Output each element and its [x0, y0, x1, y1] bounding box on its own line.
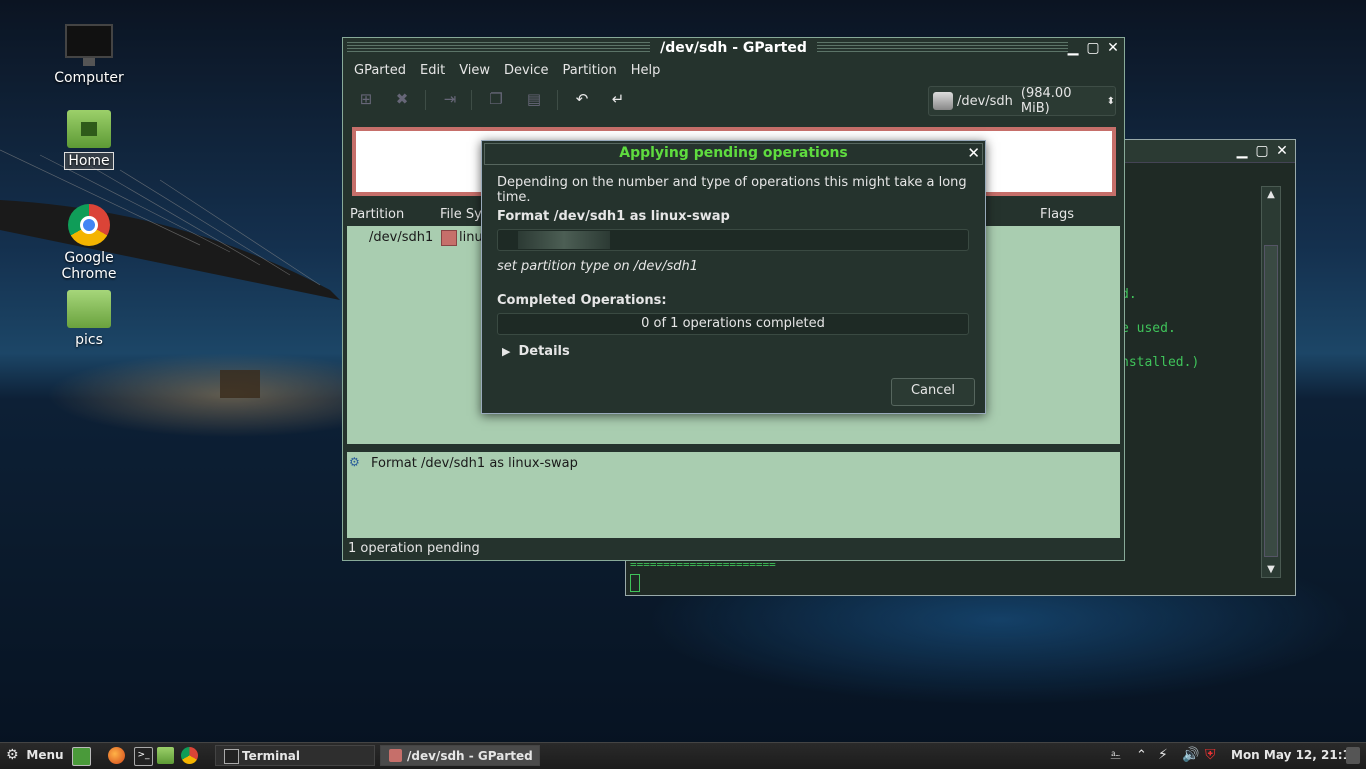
task-label: Terminal: [242, 749, 301, 763]
dialog-title: Applying pending operations: [619, 145, 848, 161]
device-name: /dev/sdh: [956, 93, 1013, 109]
terminal-scrollbar[interactable]: ▲ ▼: [1261, 186, 1281, 578]
current-operation-label: Format /dev/sdh1 as linux-swap: [497, 209, 730, 224]
scrollbar-thumb[interactable]: [1264, 245, 1278, 557]
keyboard-icon[interactable]: ⎁: [1110, 745, 1121, 766]
apply-icon[interactable]: ↵: [607, 90, 629, 110]
resize-move-icon[interactable]: ⇥: [439, 90, 461, 110]
close-icon[interactable]: ✕: [1275, 143, 1289, 159]
gparted-icon: [389, 749, 402, 762]
completed-operations-label: Completed Operations:: [497, 293, 667, 308]
home-folder-icon: [65, 106, 113, 150]
chrome-icon[interactable]: [181, 747, 198, 764]
network-icon[interactable]: ⚡: [1158, 745, 1168, 766]
partition-filesystem: linu: [459, 230, 483, 245]
menu-gparted[interactable]: GParted: [347, 63, 413, 78]
paste-icon[interactable]: ▤: [523, 90, 545, 110]
chevron-up-icon[interactable]: ⌃: [1136, 745, 1147, 766]
menu-bar: GParted Edit View Device Partition Help: [343, 58, 1124, 82]
device-size: (984.00 MiB): [1020, 86, 1072, 116]
completed-progress-text: 0 of 1 operations completed: [641, 316, 825, 331]
desktop-icon-chrome[interactable]: Google Chrome: [34, 204, 144, 282]
desktop-icon-label: Computer: [54, 70, 124, 86]
workspace-icon[interactable]: [1346, 747, 1360, 764]
close-icon[interactable]: ✕: [1106, 38, 1120, 58]
list-item[interactable]: ⚙ Format /dev/sdh1 as linux-swap: [349, 455, 1120, 473]
disk-icon: [933, 92, 953, 110]
menu-view[interactable]: View: [452, 63, 497, 78]
terminal-icon: [224, 749, 239, 764]
desktop-icon-home[interactable]: Home: [34, 106, 144, 170]
current-step-label: set partition type on /dev/sdh1: [497, 259, 699, 274]
task-gparted[interactable]: /dev/sdh - GParted: [380, 745, 540, 766]
pending-operations-list[interactable]: ⚙ Format /dev/sdh1 as linux-swap: [347, 452, 1120, 538]
delete-partition-icon[interactable]: ✖: [391, 90, 413, 110]
details-expander[interactable]: ▶ Details: [502, 344, 570, 359]
operation-label: Format /dev/sdh1 as linux-swap: [371, 456, 578, 471]
dialog-description: Depending on the number and type of oper…: [497, 175, 967, 205]
menu-device[interactable]: Device: [497, 63, 555, 78]
close-icon[interactable]: ✕: [967, 144, 980, 162]
folder-icon: [65, 286, 113, 330]
apply-operations-dialog[interactable]: Applying pending operations ✕ Depending …: [481, 140, 986, 414]
gear-icon: ⚙: [6, 747, 19, 763]
terminal-line: e used.: [1121, 321, 1176, 336]
desktop-icon-label: pics: [75, 332, 103, 348]
firefox-icon[interactable]: [108, 747, 125, 764]
menu-partition[interactable]: Partition: [556, 63, 624, 78]
chrome-icon: [65, 204, 113, 248]
taskbar: ⚙ Menu >_ Terminal /dev/sdh - GParted ⎁ …: [0, 742, 1366, 769]
copy-icon[interactable]: ❐: [485, 90, 507, 110]
dialog-titlebar[interactable]: Applying pending operations ✕: [484, 143, 983, 165]
window-titlebar[interactable]: /dev/sdh - GParted ▁ ▢ ✕: [343, 38, 1124, 58]
chevron-updown-icon: ⬍: [1106, 95, 1115, 107]
device-selector[interactable]: /dev/sdh (984.00 MiB) ⬍: [928, 86, 1116, 116]
terminal-cursor: [630, 574, 640, 592]
filesystem-color-swatch: [441, 230, 457, 246]
minimize-icon[interactable]: ▁: [1235, 143, 1249, 159]
operation-progress-bar: [497, 229, 969, 251]
update-shield-icon[interactable]: ⛨: [1205, 745, 1216, 766]
maximize-icon[interactable]: ▢: [1086, 38, 1100, 58]
details-label: Details: [518, 344, 570, 359]
window-title: /dev/sdh - GParted: [650, 40, 817, 56]
task-label: /dev/sdh - GParted: [407, 749, 533, 763]
desktop-icon-label: Google Chrome: [61, 250, 117, 282]
volume-icon[interactable]: 🔊: [1182, 745, 1199, 766]
folder-icon[interactable]: [157, 747, 174, 764]
column-partition[interactable]: Partition: [350, 207, 404, 222]
triangle-right-icon: ▶: [502, 345, 511, 358]
toolbar: ⊞ ✖ ⇥ ❐ ▤ ↶ ↵ /dev/sdh (984.00 MiB) ⬍: [343, 82, 1124, 118]
column-flags[interactable]: Flags: [1040, 207, 1074, 222]
terminal-line: nstalled.): [1121, 355, 1200, 370]
desktop-icon-pics[interactable]: pics: [34, 286, 144, 348]
menu-edit[interactable]: Edit: [413, 63, 452, 78]
chevron-up-icon[interactable]: ▲: [1262, 189, 1280, 200]
menu-help[interactable]: Help: [624, 63, 668, 78]
cancel-button[interactable]: Cancel: [891, 378, 975, 406]
task-terminal[interactable]: Terminal: [215, 745, 375, 766]
terminal-icon[interactable]: >_: [134, 747, 153, 766]
menu-label: Menu: [26, 748, 64, 762]
menu-button[interactable]: ⚙ Menu: [6, 745, 64, 766]
undo-icon[interactable]: ↶: [571, 90, 593, 110]
chevron-down-icon[interactable]: ▼: [1262, 564, 1280, 575]
desktop-icon-label: Home: [64, 152, 114, 170]
format-operation-icon: ⚙: [349, 455, 360, 469]
status-bar: 1 operation pending: [348, 541, 480, 556]
show-desktop-icon[interactable]: [72, 747, 91, 766]
completed-progress-bar: 0 of 1 operations completed: [497, 313, 969, 335]
progress-pulse: [518, 231, 610, 249]
partition-name: /dev/sdh1: [369, 230, 434, 245]
minimize-icon[interactable]: ▁: [1066, 38, 1080, 58]
clock[interactable]: Mon May 12, 21:12: [1231, 745, 1359, 766]
desktop-icon-computer[interactable]: Computer: [34, 24, 144, 86]
computer-icon: [65, 24, 113, 68]
new-partition-icon[interactable]: ⊞: [355, 90, 377, 110]
maximize-icon[interactable]: ▢: [1255, 143, 1269, 159]
